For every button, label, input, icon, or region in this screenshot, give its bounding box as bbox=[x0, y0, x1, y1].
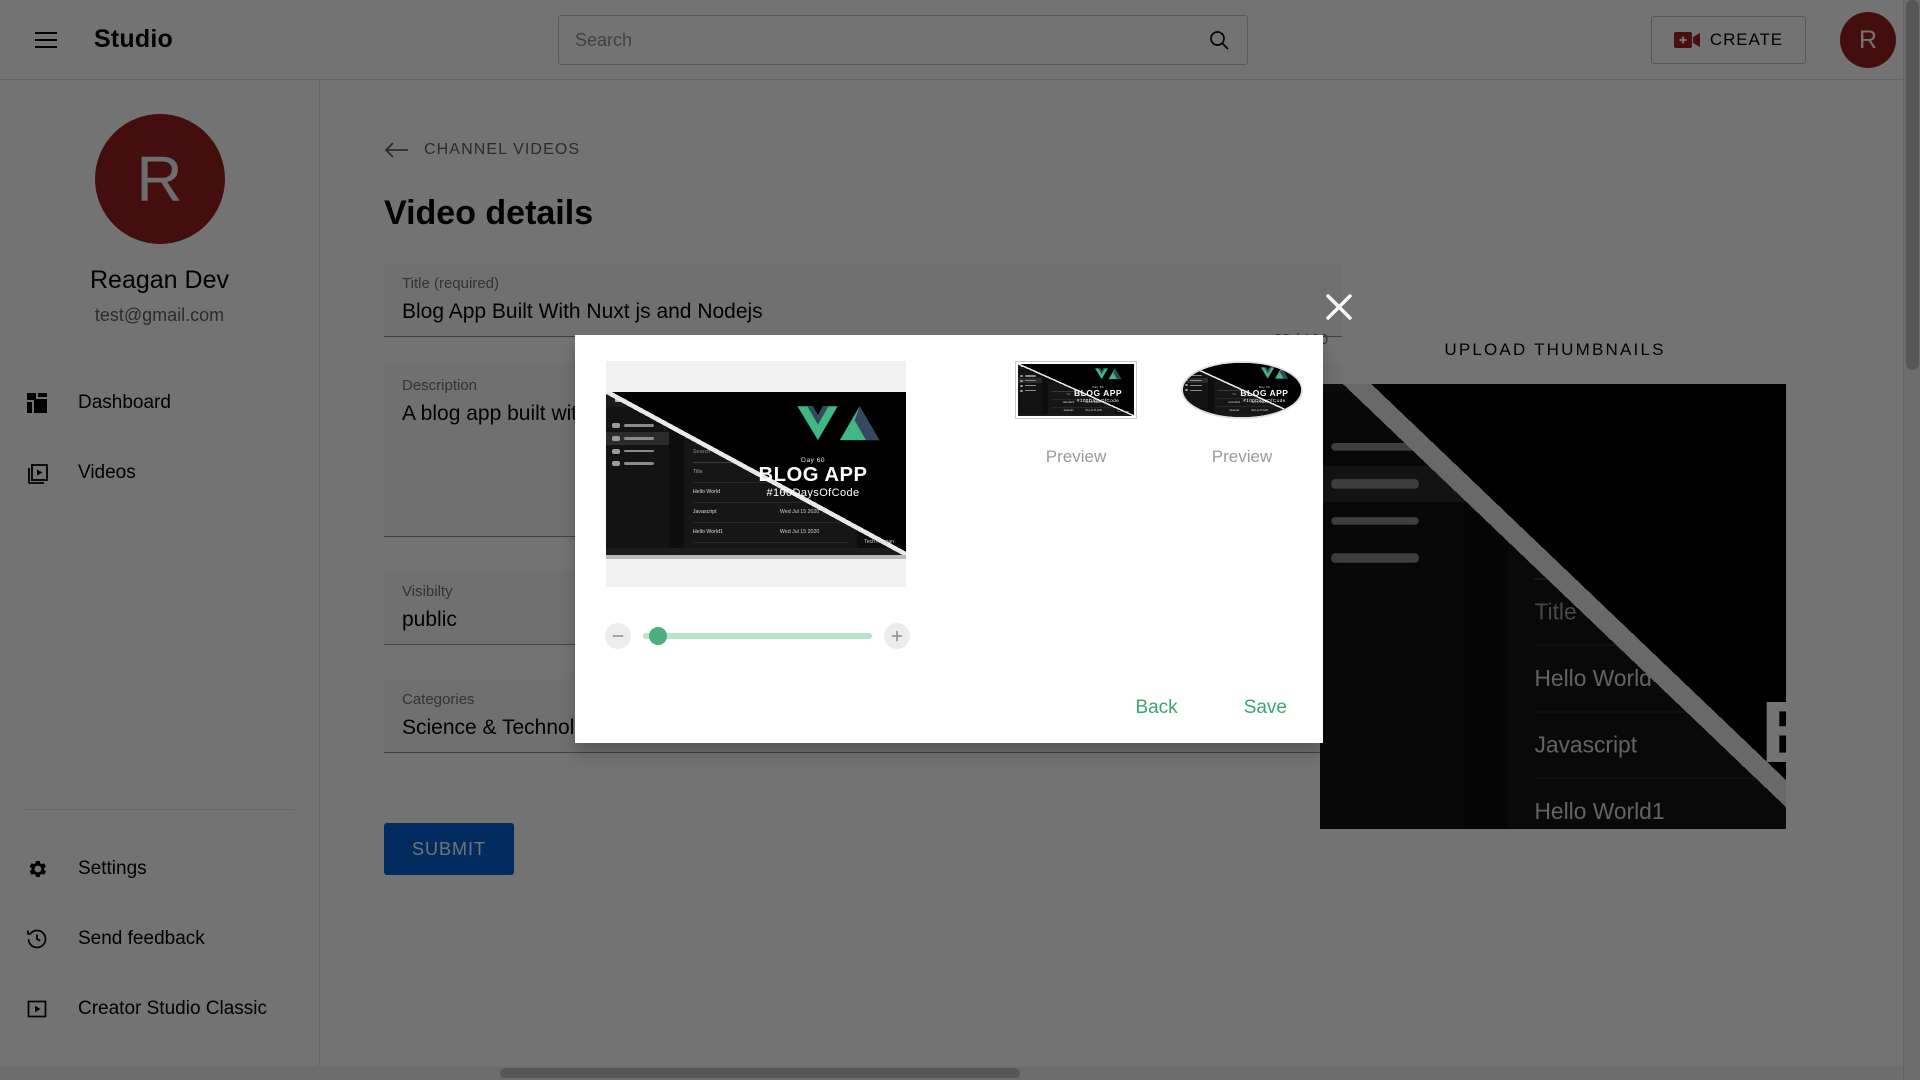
save-button[interactable]: Save bbox=[1244, 697, 1287, 719]
zoom-slider-track[interactable] bbox=[643, 633, 872, 639]
artwork-big-label: BLOG APP bbox=[735, 464, 891, 487]
thumbnail-crop-dialog: Tech Reagan Blog Posts Search Titl bbox=[575, 335, 1323, 743]
preview-square-column: Tech Reagan Blog Posts Search bbox=[1015, 361, 1137, 467]
studio-app: Studio CREATE bbox=[0, 0, 1920, 1080]
blog-app-artwork: Tech Reagan Blog Posts Search bbox=[1018, 364, 1134, 416]
cropper-image[interactable]: Tech Reagan Blog Posts Search Titl bbox=[606, 392, 906, 555]
artwork-copy: Day 60 BLOG APP #100DaysOfCode bbox=[735, 457, 891, 499]
preview-circle-column: Tech Reagan Blog Posts Search bbox=[1181, 361, 1303, 467]
blog-app-artwork: Tech Reagan Blog Posts Search bbox=[1183, 363, 1301, 417]
vue-nuxt-logo-icon bbox=[1254, 366, 1294, 380]
blog-app-artwork: Tech Reagan Blog Posts Search Titl bbox=[606, 392, 906, 555]
cropper-edge-handle[interactable] bbox=[606, 555, 906, 559]
zoom-slider-thumb[interactable] bbox=[649, 627, 667, 645]
preview-label: Preview bbox=[1181, 447, 1303, 467]
preview-circle: Tech Reagan Blog Posts Search bbox=[1181, 361, 1303, 419]
preview-label: Preview bbox=[1015, 447, 1137, 467]
cropper-canvas[interactable]: Tech Reagan Blog Posts Search Titl bbox=[606, 361, 906, 587]
preview-square: Tech Reagan Blog Posts Search bbox=[1015, 361, 1137, 419]
modal-actions: Back Save bbox=[1135, 697, 1287, 719]
vue-nuxt-logo-icon bbox=[786, 402, 888, 444]
artwork-signature: Tech Reagan bbox=[864, 539, 894, 545]
preview-group: Tech Reagan Blog Posts Search bbox=[1015, 361, 1303, 467]
back-button[interactable]: Back bbox=[1135, 697, 1177, 719]
minus-circle-icon[interactable] bbox=[605, 623, 631, 649]
artwork-hash-label: #100DaysOfCode bbox=[735, 487, 891, 499]
vue-nuxt-logo-icon bbox=[1088, 367, 1127, 381]
zoom-slider-row bbox=[605, 623, 910, 649]
close-x-icon[interactable] bbox=[1322, 290, 1356, 324]
artwork-day-label: Day 60 bbox=[735, 457, 891, 464]
plus-circle-icon[interactable] bbox=[884, 623, 910, 649]
